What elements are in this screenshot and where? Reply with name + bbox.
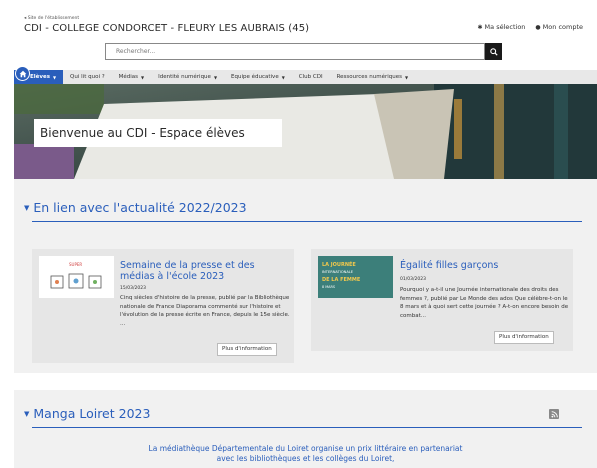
nav-item-label: Qui lit quoi ? bbox=[70, 74, 105, 80]
rss-icon[interactable] bbox=[549, 409, 559, 419]
home-icon[interactable] bbox=[15, 66, 30, 81]
pin-icon: ✱ bbox=[477, 24, 483, 31]
chevron-down-icon: ▼ bbox=[213, 74, 218, 80]
nav-item-label: Identité numérique bbox=[158, 74, 211, 80]
nav-item-label: Ressources numériques bbox=[336, 74, 403, 80]
my-account-link[interactable]: ● Mon compte bbox=[535, 23, 583, 31]
card-date: 01/03/2023 bbox=[400, 277, 426, 282]
chevron-down-icon: ▼ bbox=[141, 74, 145, 80]
nav-item-label: Equipe éducative bbox=[231, 74, 279, 80]
search-icon bbox=[489, 47, 498, 56]
card-date: 15/03/2023 bbox=[120, 286, 146, 291]
hero-banner: Bienvenue au CDI - Espace élèves bbox=[34, 119, 282, 147]
womens-day-thumbnail[interactable]: LA JOURNÉE INTERNATIONALE DE LA FEMME 8 … bbox=[318, 256, 393, 298]
more-info-button[interactable]: Plus d'information bbox=[217, 343, 277, 356]
card-body: Pourquoi y a-t-il une Journée internatio… bbox=[400, 287, 569, 319]
press-week-thumbnail[interactable]: SUPER bbox=[39, 256, 114, 298]
nav-item-qui-lit-quoi[interactable]: Qui lit quoi ? bbox=[63, 70, 112, 84]
site-header: ◂ Site de l'établissement CDI - COLLEGE … bbox=[0, 0, 597, 68]
search-input[interactable] bbox=[105, 43, 485, 60]
card-title[interactable]: Semaine de la presse et des médias à l'é… bbox=[120, 260, 290, 282]
site-title[interactable]: CDI - COLLEGE CONDORCET - FLEURY LES AUB… bbox=[24, 23, 309, 34]
user-icon: ● bbox=[535, 24, 541, 31]
my-selection-link[interactable]: ✱ Ma sélection bbox=[478, 23, 526, 31]
card-body: Cinq siècles d'histoire de la presse, pu… bbox=[120, 295, 290, 327]
thumb-text: SUPER bbox=[69, 262, 82, 267]
chevron-down-icon: ▼ bbox=[52, 74, 57, 80]
triangle-down-icon: ▼ bbox=[24, 203, 30, 212]
nav-item-label: Club CDI bbox=[298, 74, 323, 80]
nav-item-medias[interactable]: Médias ▼ bbox=[112, 70, 151, 84]
news-card: SUPER Semaine de la presse et des médias… bbox=[32, 249, 294, 363]
more-info-button[interactable]: Plus d'information bbox=[494, 331, 554, 344]
section-divider bbox=[32, 427, 582, 428]
chevron-down-icon: ▼ bbox=[405, 74, 409, 80]
nav-item-label: Elèves bbox=[30, 74, 50, 80]
main-nav: Elèves ▼ Qui lit quoi ? Médias ▼ Identité … bbox=[14, 70, 597, 84]
section-separator bbox=[14, 373, 597, 390]
house-icon bbox=[19, 70, 26, 77]
card-title[interactable]: Égalité filles garçons bbox=[400, 260, 570, 271]
nav-item-identite-numerique[interactable]: Identité numérique ▼ bbox=[151, 70, 224, 84]
chevron-down-icon: ▼ bbox=[281, 74, 285, 80]
my-account-label: Mon compte bbox=[542, 23, 583, 31]
news-section-title: En lien avec l'actualité 2022/2023 bbox=[33, 200, 247, 215]
nav-item-label: Médias bbox=[118, 74, 139, 80]
thumb-line: DE LA FEMME bbox=[322, 277, 361, 283]
nav-item-ressources-numeriques[interactable]: Ressources numériques ▼ bbox=[330, 70, 416, 84]
manga-description: La médiathèque Départementale du Loiret … bbox=[14, 444, 597, 464]
search-bar bbox=[105, 43, 502, 60]
manga-section-heading[interactable]: ▼ Manga Loiret 2023 bbox=[24, 406, 150, 421]
parent-site-link[interactable]: ◂ Site de l'établissement bbox=[24, 16, 79, 21]
news-card: LA JOURNÉE INTERNATIONALE DE LA FEMME 8 … bbox=[311, 249, 573, 351]
manga-text-line: avec les bibliothèques et les collèges d… bbox=[216, 454, 395, 463]
section-divider bbox=[32, 221, 582, 222]
rss-feed-icon bbox=[550, 410, 558, 418]
thumb-line: INTERNATIONALE bbox=[322, 270, 354, 274]
thumb-line: LA JOURNÉE bbox=[322, 260, 356, 268]
nav-item-club-cdi[interactable]: Club CDI bbox=[292, 70, 330, 84]
my-selection-label: Ma sélection bbox=[484, 23, 526, 31]
account-links: ✱ Ma sélection ● Mon compte bbox=[478, 23, 583, 31]
search-button[interactable] bbox=[485, 43, 502, 60]
triangle-down-icon: ▼ bbox=[24, 409, 30, 418]
nav-item-equipe-educative[interactable]: Equipe éducative ▼ bbox=[224, 70, 292, 84]
hero-image: Bienvenue au CDI - Espace élèves bbox=[14, 84, 597, 179]
news-section-heading[interactable]: ▼ En lien avec l'actualité 2022/2023 bbox=[24, 200, 247, 215]
manga-text-line: La médiathèque Départementale du Loiret … bbox=[148, 444, 463, 453]
manga-section-title: Manga Loiret 2023 bbox=[33, 406, 151, 421]
thumb-line: 8 MARS bbox=[322, 285, 335, 289]
